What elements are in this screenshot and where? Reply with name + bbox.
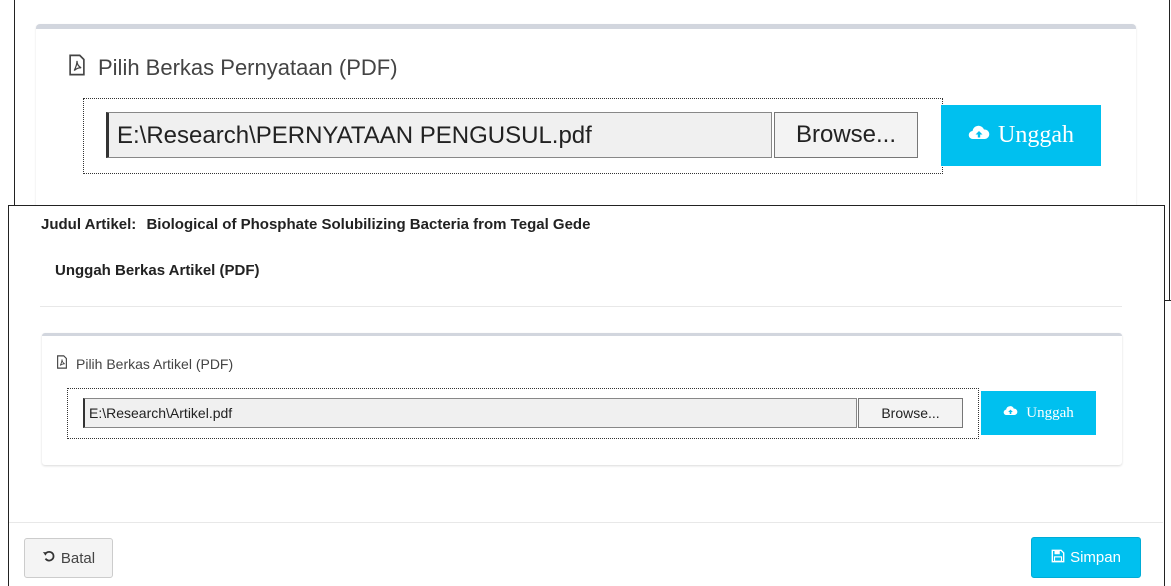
- background-panel-heading: Pilih Berkas Pernyataan (PDF): [66, 54, 398, 82]
- article-upload-button[interactable]: Unggah: [981, 391, 1096, 435]
- footer-divider: [9, 522, 1163, 523]
- article-upload-label: Unggah: [1026, 404, 1074, 421]
- article-panel-heading-text: Pilih Berkas Artikel (PDF): [76, 355, 234, 372]
- upload-section-heading: Unggah Berkas Artikel (PDF): [55, 262, 260, 279]
- article-title-value: Biological of Phosphate Solubilizing Bac…: [146, 216, 591, 233]
- article-panel-heading: Pilih Berkas Artikel (PDF): [55, 355, 233, 372]
- background-file-path-input[interactable]: E:\Research\PERNYATAAN PENGUSUL.pdf: [106, 112, 772, 158]
- save-label: Simpan: [1070, 549, 1121, 566]
- cloud-upload-icon: [968, 122, 998, 149]
- pdf-file-icon: [55, 355, 76, 372]
- background-upload-label: Unggah: [998, 122, 1074, 148]
- cancel-label: Batal: [60, 549, 96, 567]
- divider: [40, 306, 1122, 307]
- article-title-row: Judul Artikel: Biological of Phosphate S…: [41, 216, 590, 233]
- background-panel-heading-text: Pilih Berkas Pernyataan (PDF): [98, 55, 398, 80]
- article-file-path-input[interactable]: E:\Research\Artikel.pdf: [83, 398, 857, 428]
- article-browse-button[interactable]: Browse...: [858, 398, 963, 428]
- pdf-file-icon: [66, 54, 98, 82]
- background-browse-button[interactable]: Browse...: [774, 112, 918, 158]
- article-title-label: Judul Artikel:: [41, 216, 137, 233]
- cloud-upload-icon: [1003, 405, 1026, 422]
- save-icon: [1051, 549, 1070, 567]
- save-button[interactable]: Simpan: [1031, 537, 1141, 578]
- undo-icon: [42, 549, 61, 567]
- cancel-button[interactable]: Batal: [24, 538, 113, 578]
- background-upload-button[interactable]: Unggah: [941, 105, 1101, 166]
